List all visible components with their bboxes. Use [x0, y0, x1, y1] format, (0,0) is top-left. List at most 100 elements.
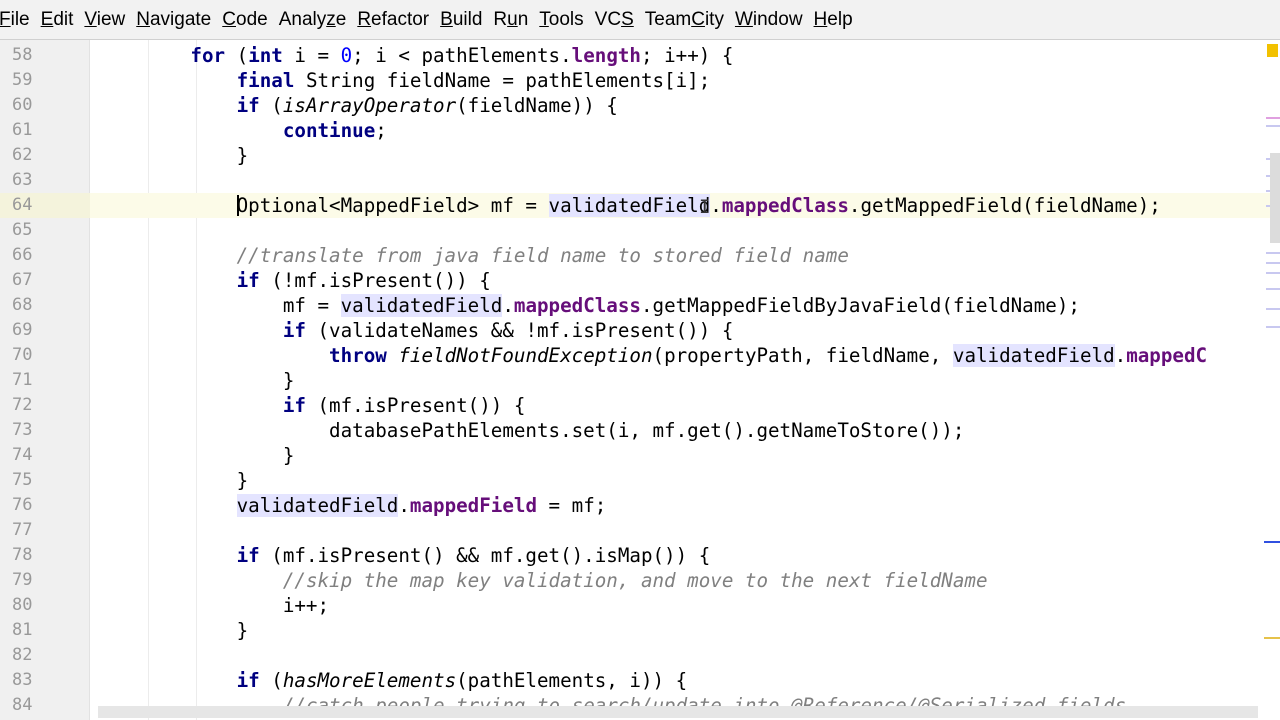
code-line[interactable]: 61 continue;: [0, 118, 1280, 143]
menu-item[interactable]: Tools: [539, 9, 594, 31]
menu-item[interactable]: File: [0, 9, 41, 31]
line-number[interactable]: 79: [0, 568, 90, 593]
code-text[interactable]: if (isArrayOperator(fieldName)) {: [98, 93, 618, 118]
menu-item[interactable]: Navigate: [136, 9, 222, 31]
line-number[interactable]: 58: [0, 43, 90, 68]
code-text[interactable]: if (validateNames && !mf.isPresent()) {: [98, 318, 734, 343]
line-number[interactable]: 62: [0, 143, 90, 168]
stripe-mark[interactable]: [1266, 326, 1280, 328]
code-text[interactable]: final String fieldName = pathElements[i]…: [98, 68, 711, 93]
line-number[interactable]: 65: [0, 218, 90, 243]
line-number[interactable]: 59: [0, 68, 90, 93]
code-line[interactable]: 60 if (isArrayOperator(fieldName)) {: [0, 93, 1280, 118]
code-text[interactable]: continue;: [98, 118, 387, 143]
line-number[interactable]: 64: [0, 193, 90, 218]
menu-item[interactable]: Help: [814, 9, 864, 31]
code-text[interactable]: if (mf.isPresent() && mf.get().isMap()) …: [98, 543, 711, 568]
code-line[interactable]: 82: [0, 643, 1280, 668]
code-text[interactable]: }: [98, 468, 249, 493]
line-number[interactable]: 78: [0, 543, 90, 568]
code-line[interactable]: 59 final String fieldName = pathElements…: [0, 68, 1280, 93]
line-number[interactable]: 71: [0, 368, 90, 393]
line-number[interactable]: 68: [0, 293, 90, 318]
menu-item[interactable]: Window: [735, 9, 814, 31]
code-text[interactable]: for (int i = 0; i < pathElements.length;…: [98, 43, 733, 68]
line-number[interactable]: 72: [0, 393, 90, 418]
code-line[interactable]: 64 Optional<MappedField> mf = validatedF…: [0, 193, 1280, 218]
code-line[interactable]: 74 }: [0, 443, 1280, 468]
line-number[interactable]: 60: [0, 93, 90, 118]
code-line[interactable]: 65: [0, 218, 1280, 243]
code-line[interactable]: 69 if (validateNames && !mf.isPresent())…: [0, 318, 1280, 343]
code-text[interactable]: }: [98, 368, 295, 393]
code-line[interactable]: 77: [0, 518, 1280, 543]
code-text[interactable]: }: [98, 443, 295, 468]
stripe-mark[interactable]: [1264, 541, 1280, 543]
vertical-scrollbar-thumb[interactable]: [1270, 153, 1280, 243]
code-line[interactable]: 81 }: [0, 618, 1280, 643]
code-text[interactable]: //skip the map key validation, and move …: [98, 568, 988, 593]
line-number[interactable]: 80: [0, 593, 90, 618]
code-lines[interactable]: 58 for (int i = 0; i < pathElements.leng…: [0, 43, 1280, 718]
stripe-mark[interactable]: [1266, 262, 1280, 264]
code-text[interactable]: validatedField.mappedField = mf;: [98, 493, 606, 518]
code-line[interactable]: 67 if (!mf.isPresent()) {: [0, 268, 1280, 293]
line-number[interactable]: 74: [0, 443, 90, 468]
code-text[interactable]: }: [98, 143, 249, 168]
stripe-mark[interactable]: [1264, 637, 1280, 639]
code-text[interactable]: mf = validatedField.mappedClass.getMappe…: [98, 293, 1080, 318]
stripe-mark[interactable]: [1266, 117, 1280, 119]
code-line[interactable]: 71 }: [0, 368, 1280, 393]
menu-item[interactable]: Code: [222, 9, 278, 31]
code-line[interactable]: 58 for (int i = 0; i < pathElements.leng…: [0, 43, 1280, 68]
menu-item[interactable]: Refactor: [357, 9, 440, 31]
line-number[interactable]: 81: [0, 618, 90, 643]
code-text[interactable]: if (hasMoreElements(pathElements, i)) {: [98, 668, 688, 693]
code-line[interactable]: 66 //translate from java field name to s…: [0, 243, 1280, 268]
code-text[interactable]: databasePathElements.set(i, mf.get().get…: [98, 418, 964, 443]
menu-item[interactable]: Edit: [41, 9, 85, 31]
stripe-mark[interactable]: [1266, 252, 1280, 254]
menu-item[interactable]: Run: [493, 9, 539, 31]
code-text[interactable]: i++;: [98, 593, 329, 618]
line-number[interactable]: 61: [0, 118, 90, 143]
menu-item[interactable]: View: [84, 9, 136, 31]
code-line[interactable]: 78 if (mf.isPresent() && mf.get().isMap(…: [0, 543, 1280, 568]
line-number[interactable]: 75: [0, 468, 90, 493]
line-number[interactable]: 69: [0, 318, 90, 343]
code-text[interactable]: if (!mf.isPresent()) {: [98, 268, 491, 293]
line-number[interactable]: 63: [0, 168, 90, 193]
code-text[interactable]: if (mf.isPresent()) {: [98, 393, 526, 418]
code-line[interactable]: 70 throw fieldNotFoundException(property…: [0, 343, 1280, 368]
code-line[interactable]: 80 i++;: [0, 593, 1280, 618]
menu-item[interactable]: Build: [440, 9, 493, 31]
line-number[interactable]: 73: [0, 418, 90, 443]
error-stripe[interactable]: [1264, 40, 1280, 720]
code-line[interactable]: 76 validatedField.mappedField = mf;: [0, 493, 1280, 518]
line-number[interactable]: 76: [0, 493, 90, 518]
menu-item[interactable]: TeamCity: [645, 9, 735, 31]
code-line[interactable]: 62 }: [0, 143, 1280, 168]
stripe-mark[interactable]: [1266, 272, 1280, 274]
line-number[interactable]: 66: [0, 243, 90, 268]
code-text[interactable]: Optional<MappedField> mf = validatedFiel…: [98, 193, 1161, 218]
code-line[interactable]: 73 databasePathElements.set(i, mf.get().…: [0, 418, 1280, 443]
code-text[interactable]: throw fieldNotFoundException(propertyPat…: [98, 343, 1207, 368]
menu-item[interactable]: Analyze: [279, 9, 358, 31]
code-text[interactable]: }: [98, 618, 249, 643]
code-line[interactable]: 72 if (mf.isPresent()) {: [0, 393, 1280, 418]
line-number[interactable]: 83: [0, 668, 90, 693]
stripe-mark[interactable]: [1266, 288, 1280, 290]
stripe-mark[interactable]: [1266, 125, 1280, 127]
code-line[interactable]: 68 mf = validatedField.mappedClass.getMa…: [0, 293, 1280, 318]
code-text[interactable]: //translate from java field name to stor…: [98, 243, 849, 268]
code-line[interactable]: 83 if (hasMoreElements(pathElements, i))…: [0, 668, 1280, 693]
horizontal-scrollbar[interactable]: [98, 706, 1258, 718]
warning-status-icon[interactable]: [1267, 44, 1278, 57]
code-editor[interactable]: 58 for (int i = 0; i < pathElements.leng…: [0, 40, 1280, 720]
line-number[interactable]: 70: [0, 343, 90, 368]
menu-item[interactable]: VCS: [595, 9, 645, 31]
stripe-mark[interactable]: [1266, 308, 1280, 310]
line-number[interactable]: 82: [0, 643, 90, 668]
code-line[interactable]: 63: [0, 168, 1280, 193]
